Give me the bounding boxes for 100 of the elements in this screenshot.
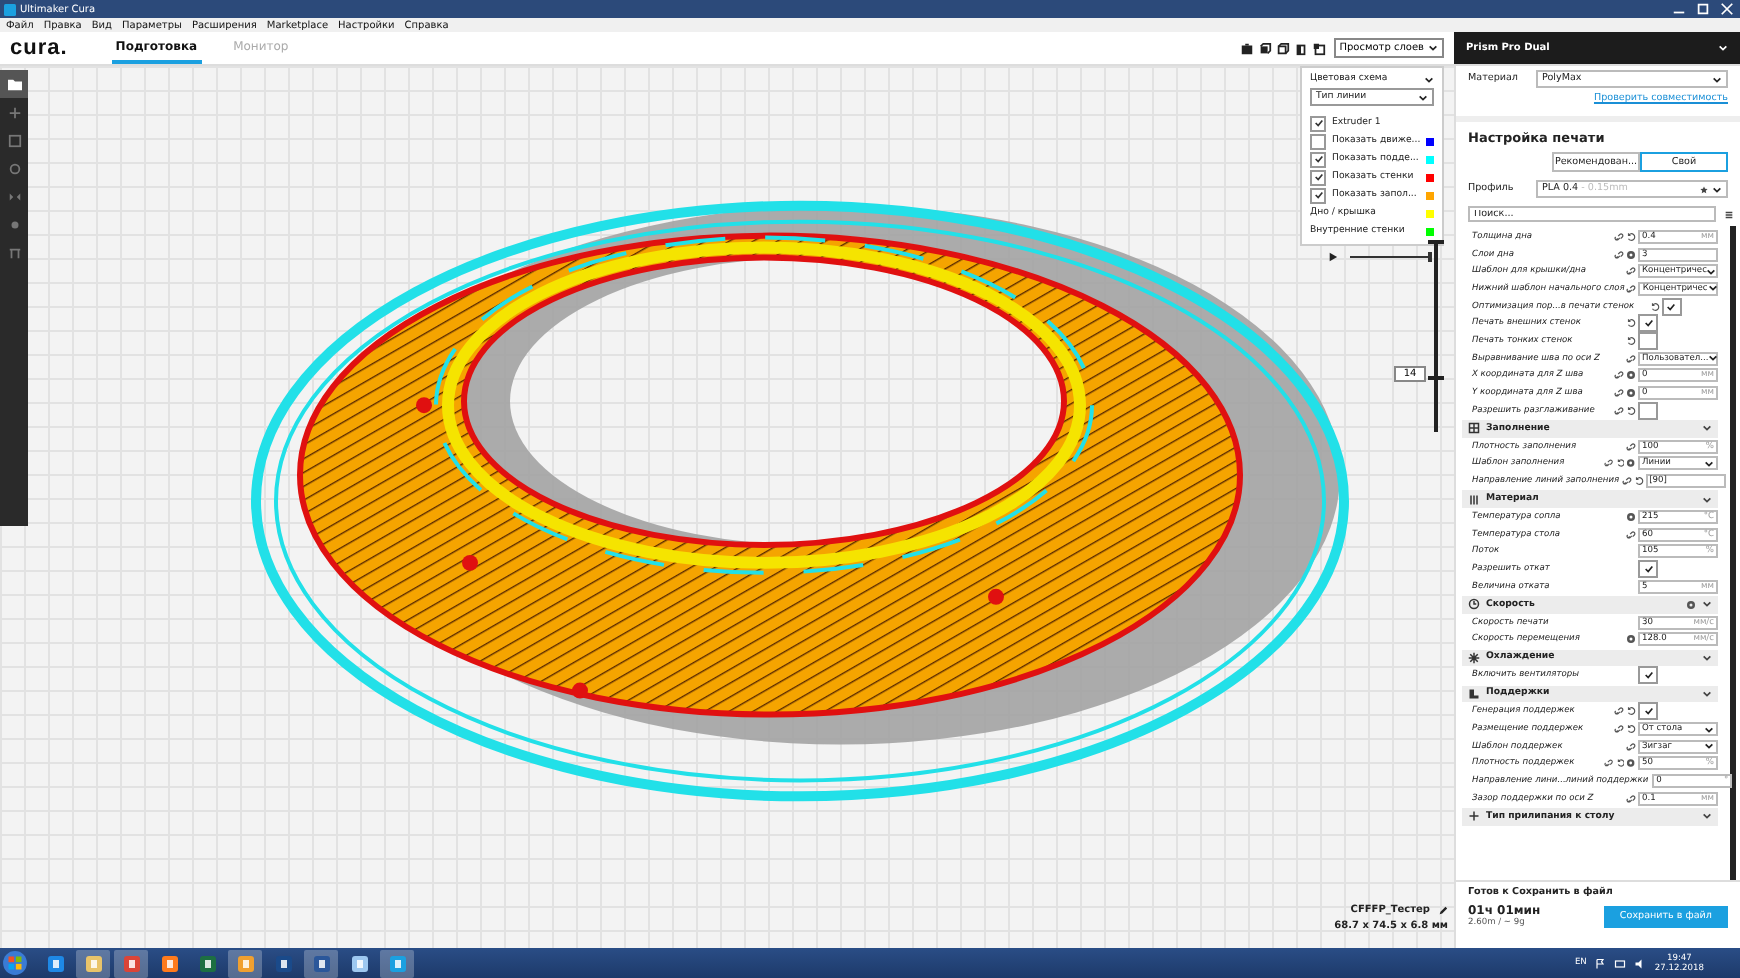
maximize-icon[interactable] xyxy=(1694,2,1712,16)
move-icon xyxy=(5,105,23,119)
caret-icon xyxy=(1702,653,1712,662)
reset-icon[interactable] xyxy=(1615,758,1625,769)
gear-icon[interactable] xyxy=(1626,249,1636,260)
chain-icon[interactable] xyxy=(1626,441,1636,452)
caret-icon xyxy=(1712,185,1722,193)
checkbox[interactable] xyxy=(1310,133,1326,149)
chain-icon[interactable] xyxy=(1614,706,1624,717)
reset-icon[interactable] xyxy=(1626,724,1636,735)
chain-icon[interactable] xyxy=(1621,476,1632,487)
caret-icon xyxy=(1702,424,1712,433)
reset-icon[interactable] xyxy=(1626,405,1636,416)
taskbar-button[interactable] xyxy=(380,949,414,977)
gear-icon[interactable] xyxy=(1626,458,1636,469)
checkbox[interactable] xyxy=(1310,115,1326,131)
taskbar-button[interactable] xyxy=(304,949,338,977)
chain-icon[interactable] xyxy=(1626,741,1636,752)
start-button[interactable] xyxy=(2,950,28,976)
caret-icon xyxy=(1718,44,1728,52)
star-icon xyxy=(1700,185,1708,193)
cube-icon[interactable] xyxy=(1293,41,1308,55)
menu-icon[interactable] xyxy=(1724,209,1734,219)
checkbox[interactable] xyxy=(1638,401,1658,420)
checkbox[interactable] xyxy=(1638,666,1658,685)
flag-icon[interactable] xyxy=(1594,957,1607,969)
checkbox[interactable] xyxy=(1638,702,1658,721)
checkbox[interactable] xyxy=(1638,314,1658,333)
gear-icon[interactable] xyxy=(1626,512,1636,523)
folder-icon xyxy=(5,77,23,91)
check-icon xyxy=(1643,670,1653,681)
reset-icon[interactable] xyxy=(1626,706,1636,717)
gear-icon[interactable] xyxy=(1626,758,1636,769)
chain-icon[interactable] xyxy=(1614,388,1624,399)
camera-icon[interactable] xyxy=(1239,41,1254,55)
clock-icon xyxy=(1468,598,1480,611)
speaker-icon[interactable] xyxy=(1634,957,1647,969)
tool-button[interactable] xyxy=(0,70,28,98)
chain-icon[interactable] xyxy=(1626,793,1636,804)
chain-icon[interactable] xyxy=(1603,458,1614,469)
mirror-icon xyxy=(5,189,23,203)
slider-handle[interactable] xyxy=(1428,252,1432,262)
caret-icon xyxy=(1428,44,1438,52)
checkbox[interactable] xyxy=(1310,151,1326,167)
taskbar-button[interactable] xyxy=(114,949,148,977)
support-icon xyxy=(5,245,23,259)
play-icon[interactable] xyxy=(1328,252,1338,262)
gear-icon[interactable] xyxy=(1626,634,1636,645)
chain-icon[interactable] xyxy=(1614,724,1624,735)
gear-icon[interactable] xyxy=(1626,370,1636,381)
plus-icon xyxy=(1468,810,1480,823)
chain-icon[interactable] xyxy=(1603,758,1614,769)
checkbox[interactable] xyxy=(1638,560,1658,579)
reset-icon[interactable] xyxy=(1626,335,1636,346)
reset-icon[interactable] xyxy=(1626,231,1636,242)
checkbox[interactable] xyxy=(1310,187,1326,203)
stripes-icon xyxy=(1468,493,1480,506)
chain-icon[interactable] xyxy=(1614,231,1624,242)
chain-icon[interactable] xyxy=(1626,529,1636,540)
scale-icon xyxy=(5,133,23,147)
caret-icon xyxy=(1702,495,1712,504)
check-icon xyxy=(1643,564,1653,575)
cube-icon[interactable] xyxy=(1311,41,1326,55)
caret-icon xyxy=(1712,75,1722,83)
app-icon xyxy=(4,3,16,15)
support-icon xyxy=(1468,687,1480,700)
chain-icon[interactable] xyxy=(1626,283,1637,294)
close-icon[interactable] xyxy=(1718,2,1736,16)
pencil-icon[interactable] xyxy=(1438,905,1448,915)
checkbox[interactable] xyxy=(1661,297,1681,316)
taskbar-button[interactable] xyxy=(76,949,110,977)
reset-icon[interactable] xyxy=(1649,301,1659,312)
fan-icon xyxy=(1468,651,1480,664)
logo: cura. xyxy=(10,36,68,60)
grid-icon xyxy=(1468,422,1480,435)
taskbar-button[interactable] xyxy=(228,949,262,977)
checkbox[interactable] xyxy=(1310,169,1326,185)
caret-icon xyxy=(1702,689,1712,698)
chain-icon[interactable] xyxy=(1626,353,1636,364)
chain-icon[interactable] xyxy=(1614,405,1624,416)
check-icon xyxy=(1313,118,1323,128)
chain-icon[interactable] xyxy=(1614,370,1624,381)
caret-icon xyxy=(1702,600,1712,609)
cube-icon[interactable] xyxy=(1257,41,1272,55)
caret-icon xyxy=(1702,812,1712,821)
caret-icon xyxy=(1704,459,1714,468)
check-icon xyxy=(1643,706,1653,717)
rotate-icon xyxy=(5,161,23,175)
reset-icon[interactable] xyxy=(1615,458,1625,469)
check-icon xyxy=(1643,318,1653,329)
reset-icon[interactable] xyxy=(1626,318,1636,329)
chain-icon[interactable] xyxy=(1614,249,1624,260)
cube-icon[interactable] xyxy=(1275,41,1290,55)
network-icon[interactable] xyxy=(1614,957,1627,969)
slider-handle[interactable] xyxy=(1428,240,1444,244)
caret-icon xyxy=(1708,354,1719,363)
slider-handle[interactable] xyxy=(1428,375,1444,379)
gear-icon[interactable] xyxy=(1626,388,1636,399)
reset-icon[interactable] xyxy=(1633,476,1644,487)
chain-icon[interactable] xyxy=(1626,266,1636,277)
